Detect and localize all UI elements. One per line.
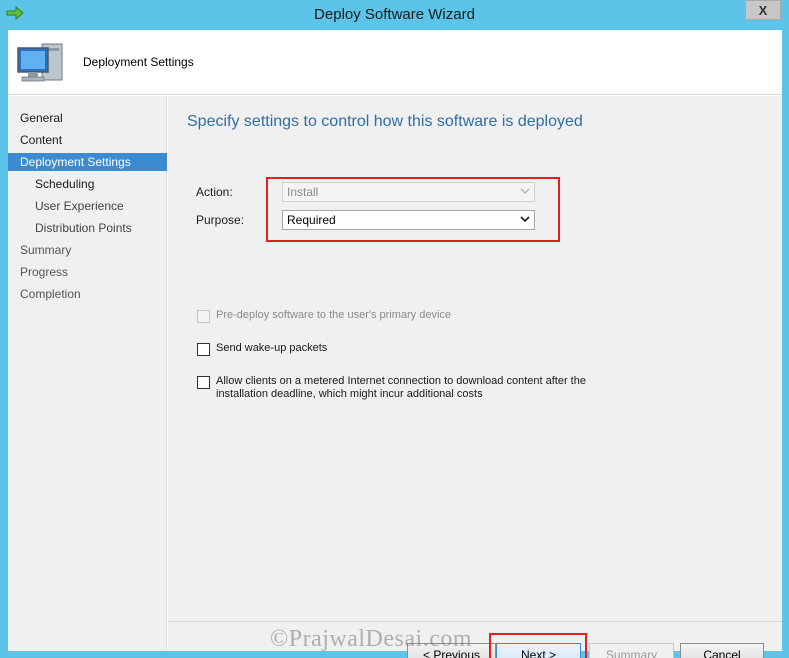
page-heading: Specify settings to control how this sof… <box>187 113 583 130</box>
purpose-value: Required <box>287 213 336 227</box>
sidebar-item-content[interactable]: Content <box>8 131 167 149</box>
action-value: Install <box>287 185 319 199</box>
wake-up-checkbox-row[interactable]: Send wake-up packets <box>197 342 327 356</box>
window-title: Deploy Software Wizard <box>314 6 475 23</box>
predeploy-checkbox-row[interactable]: Pre-deploy software to the user's primar… <box>197 309 451 323</box>
watermark: ©PrajwalDesai.com <box>270 626 473 652</box>
computer-icon <box>17 43 63 82</box>
wizard-window: Deploy Software Wizard X Deployment Sett… <box>0 0 789 658</box>
client-area: Deployment Settings General Content Depl… <box>8 30 782 658</box>
purpose-label: Purpose: <box>196 213 245 227</box>
wizard-main-pane: Specify settings to control how this sof… <box>168 96 782 658</box>
predeploy-checkbox[interactable] <box>197 310 210 323</box>
sidebar-item-summary[interactable]: Summary <box>8 241 167 259</box>
sidebar-item-distribution-points[interactable]: Distribution Points <box>8 219 167 237</box>
sidebar-item-progress[interactable]: Progress <box>8 263 167 281</box>
purpose-dropdown[interactable]: Required <box>282 210 535 230</box>
close-icon: X <box>758 2 768 18</box>
sidebar-item-general[interactable]: General <box>8 109 167 127</box>
sidebar-item-deployment-settings[interactable]: Deployment Settings <box>8 153 167 171</box>
action-label: Action: <box>196 185 233 199</box>
chevron-down-icon <box>520 216 530 223</box>
predeploy-label: Pre-deploy software to the user's primar… <box>216 309 452 321</box>
wizard-sidebar: General Content Deployment Settings Sche… <box>8 96 167 651</box>
sidebar-item-scheduling[interactable]: Scheduling <box>8 175 167 193</box>
metered-connection-checkbox[interactable] <box>197 376 210 389</box>
chevron-down-icon <box>520 188 530 194</box>
action-dropdown[interactable]: Install <box>282 182 535 202</box>
wizard-header: Deployment Settings <box>8 30 782 95</box>
wake-up-checkbox[interactable] <box>197 343 210 356</box>
next-button[interactable]: Next > <box>496 643 581 658</box>
metered-connection-checkbox-row[interactable]: Allow clients on a metered Internet conn… <box>197 375 597 401</box>
close-button[interactable]: X <box>745 0 781 20</box>
sidebar-item-user-experience[interactable]: User Experience <box>8 197 167 215</box>
metered-connection-label: Allow clients on a metered Internet conn… <box>216 375 586 400</box>
footer-divider <box>168 621 782 622</box>
sidebar-item-completion[interactable]: Completion <box>8 285 167 303</box>
wizard-page-title: Deployment Settings <box>83 55 194 69</box>
summary-button[interactable]: Summary <box>589 643 674 658</box>
cancel-button[interactable]: Cancel <box>680 643 764 658</box>
title-bar[interactable]: Deploy Software Wizard X <box>0 0 789 30</box>
wake-up-label: Send wake-up packets <box>216 342 328 354</box>
